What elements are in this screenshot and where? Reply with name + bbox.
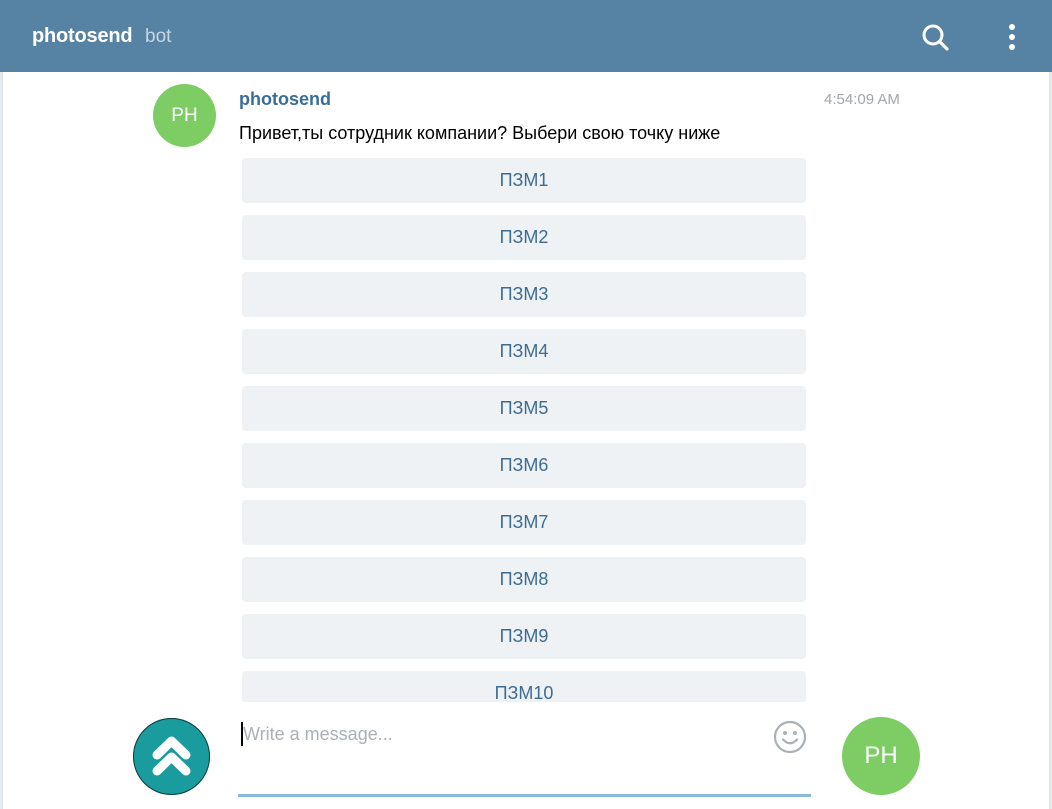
scroll-up-button[interactable] — [133, 718, 210, 795]
keyboard-button-pzm7[interactable]: ПЗМ7 — [242, 500, 806, 545]
keyboard-button-pzm9[interactable]: ПЗМ9 — [242, 614, 806, 659]
message-time: 4:54:09 AM — [824, 91, 900, 108]
chat-panel: PH photosend 4:54:09 AM Привет,ты сотруд… — [2, 72, 1050, 809]
user-avatar[interactable]: PH — [842, 717, 920, 795]
more-vertical-icon[interactable] — [1000, 22, 1024, 52]
emoji-icon[interactable] — [773, 720, 807, 754]
sender-avatar[interactable]: PH — [153, 84, 216, 147]
inline-keyboard: ПЗМ1 ПЗМ2 ПЗМ3 ПЗМ4 ПЗМ5 ПЗМ6 ПЗМ7 ПЗМ8 … — [242, 158, 806, 702]
keyboard-button-pzm2[interactable]: ПЗМ2 — [242, 215, 806, 260]
keyboard-button-pzm10[interactable]: ПЗМ10 — [242, 671, 806, 702]
message-input[interactable] — [243, 720, 753, 748]
telegram-chat-window: photosend bot PH photosend 4:54:09 AM Пр… — [0, 0, 1052, 809]
chat-header: photosend bot — [0, 0, 1052, 72]
chat-subtitle: bot — [145, 26, 172, 47]
keyboard-button-pzm5[interactable]: ПЗМ5 — [242, 386, 806, 431]
search-icon[interactable] — [920, 22, 950, 52]
keyboard-button-pzm8[interactable]: ПЗМ8 — [242, 557, 806, 602]
keyboard-button-pzm4[interactable]: ПЗМ4 — [242, 329, 806, 374]
chat-title[interactable]: photosend — [32, 25, 133, 48]
message-author[interactable]: photosend — [239, 89, 331, 110]
keyboard-button-pzm6[interactable]: ПЗМ6 — [242, 443, 806, 488]
message-input-container — [238, 714, 811, 797]
message-text: Привет,ты сотрудник компании? Выбери сво… — [239, 123, 721, 143]
keyboard-button-pzm1[interactable]: ПЗМ1 — [242, 158, 806, 203]
keyboard-button-pzm3[interactable]: ПЗМ3 — [242, 272, 806, 317]
message-composer: PH — [3, 702, 1049, 809]
scroll-up-icon — [152, 736, 191, 776]
message-history[interactable]: PH photosend 4:54:09 AM Привет,ты сотруд… — [3, 72, 1049, 702]
